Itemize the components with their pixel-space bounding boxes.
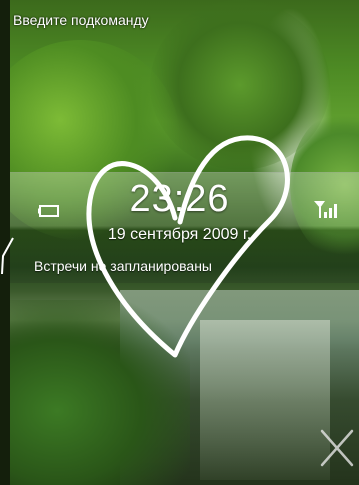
signal-strength-icon[interactable] xyxy=(313,199,337,219)
clock-time[interactable]: 23:26 xyxy=(0,178,359,221)
close-icon[interactable] xyxy=(318,427,356,469)
appointments-status[interactable]: Встречи не запланированы xyxy=(34,258,212,274)
date-label: 19 сентября 2009 г. xyxy=(107,226,252,243)
subcommand-prompt[interactable]: Введите подкоманду xyxy=(13,12,149,28)
wallpaper-ferns xyxy=(0,300,190,485)
wallpaper-reflection xyxy=(200,320,330,480)
left-scroll-arrow-icon[interactable] xyxy=(0,236,16,276)
